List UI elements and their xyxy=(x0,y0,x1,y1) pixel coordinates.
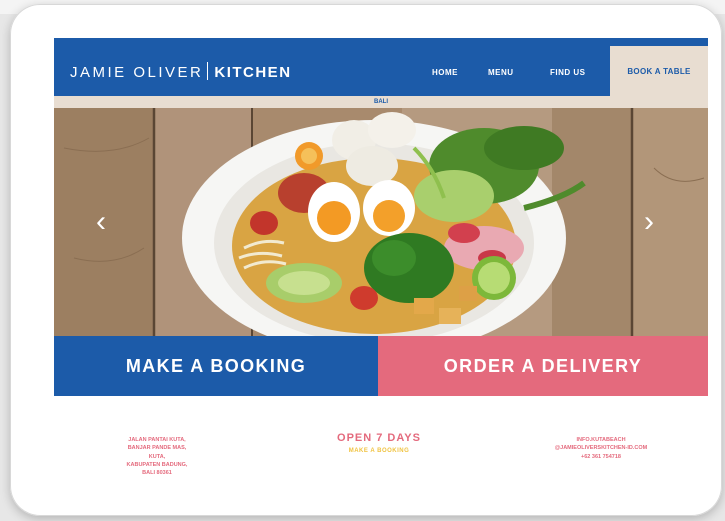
make-a-booking-label: MAKE A BOOKING xyxy=(125,355,307,376)
footer-booking-link[interactable]: MAKE A BOOKING xyxy=(296,448,462,454)
opening-hours-block: OPEN 7 DAYS MAKE A BOOKING xyxy=(296,432,462,454)
nav-menu[interactable]: MENU xyxy=(488,68,514,77)
carousel-next-arrow[interactable]: › xyxy=(644,207,654,237)
make-a-booking-button[interactable]: MAKE A BOOKING xyxy=(54,336,378,396)
nav-home[interactable]: HOME xyxy=(432,68,458,77)
location-label: BALI xyxy=(374,99,388,105)
address-line: KUTA, xyxy=(148,453,166,460)
contact-phone[interactable]: +62 361 754718 xyxy=(516,453,686,461)
book-a-table-button[interactable]: BOOK A TABLE xyxy=(610,46,708,96)
tablet-screen: JAMIE OLIVER KITCHEN HOME MENU FIND US BO… xyxy=(54,38,708,496)
location-bar: BALI xyxy=(54,96,708,108)
contact-block: INFO.KUTABEACH @JAMIEOLIVERSKITCHEN-ID.C… xyxy=(516,436,686,461)
carousel-prev-arrow[interactable]: ‹ xyxy=(96,207,106,237)
hero-food-image xyxy=(54,108,708,336)
order-a-delivery-label: ORDER A DELIVERY xyxy=(443,355,643,376)
logo-brand: JAMIE OLIVER xyxy=(70,64,204,81)
opening-hours-title: OPEN 7 DAYS xyxy=(337,432,421,444)
nav-find-us[interactable]: FIND US xyxy=(550,68,586,77)
tablet-device: JAMIE OLIVER KITCHEN HOME MENU FIND US BO… xyxy=(10,4,722,516)
logo-divider xyxy=(207,62,209,80)
site-header: JAMIE OLIVER KITCHEN HOME MENU FIND US BO… xyxy=(54,38,708,96)
order-a-delivery-button[interactable]: ORDER A DELIVERY xyxy=(378,336,708,396)
site-footer: JALAN PANTAI KUTA, BANJAR PANDE MAS, KUT… xyxy=(54,396,708,496)
address-block: JALAN PANTAI KUTA, BANJAR PANDE MAS, KUT… xyxy=(102,436,212,477)
hero-carousel: ‹ › xyxy=(54,108,708,336)
address-line: BALI 80361 xyxy=(142,470,172,476)
contact-email-domain[interactable]: @JAMIEOLIVERSKITCHEN-ID.COM xyxy=(516,444,686,452)
site-logo[interactable]: JAMIE OLIVER KITCHEN xyxy=(70,62,292,81)
logo-kitchen: KITCHEN xyxy=(214,64,292,81)
address-line: JALAN PANTAI KUTA, xyxy=(128,437,186,443)
address-line: KABUPATEN BADUNG, xyxy=(126,461,188,468)
contact-email[interactable]: INFO.KUTABEACH xyxy=(516,436,686,444)
address-line: BANJAR PANDE MAS, xyxy=(127,445,187,452)
